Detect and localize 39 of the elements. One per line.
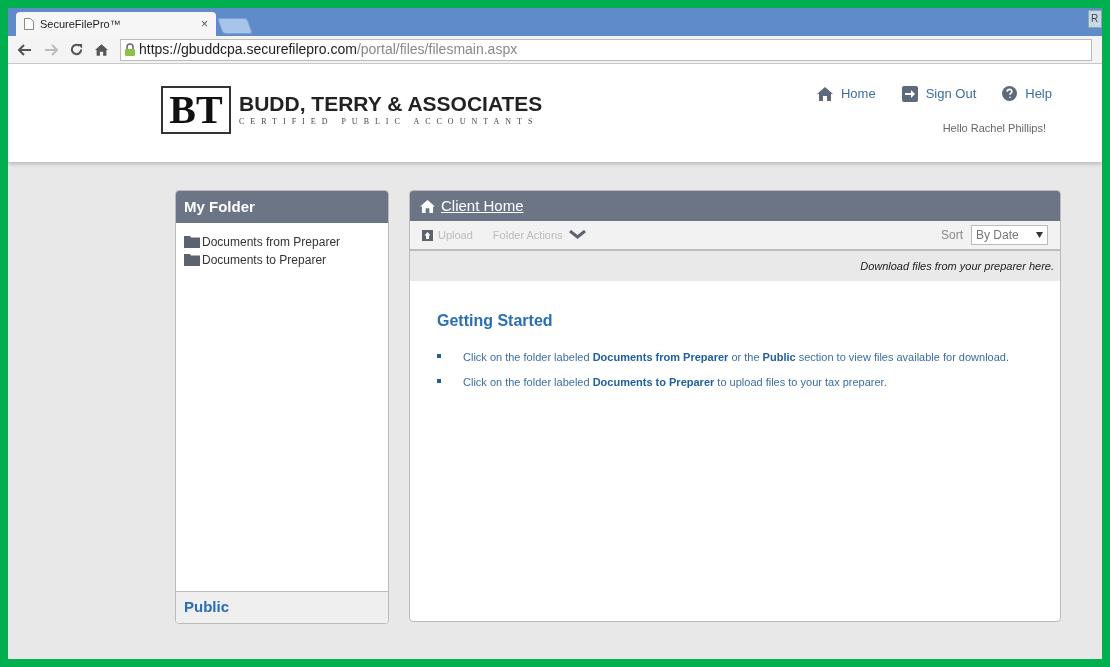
sort-label: Sort [941, 227, 963, 244]
nav-link[interactable]: Help [1002, 84, 1052, 104]
home-icon [420, 199, 435, 213]
instruction-text: Click on the folder labeled Documents to Preparer to upload files to your tax preparer. [463, 374, 887, 390]
tab-title: SecureFilePro™ [40, 16, 122, 32]
section-heading: Getting Started [437, 311, 554, 331]
folder-icon [184, 236, 200, 248]
info-text: Download files from your preparer here. [860, 258, 1054, 274]
back-icon[interactable] [18, 43, 32, 56]
chevron-icon [568, 230, 586, 240]
browser-tab[interactable]: SecureFilePro™ × [16, 12, 216, 36]
close-icon[interactable]: × [201, 15, 208, 33]
reload-icon[interactable] [70, 43, 83, 56]
folder-icon [184, 254, 200, 266]
firm-name: BUDD, TERRY & ASSOCIATES [239, 92, 543, 114]
page-icon [24, 18, 34, 30]
nav-link[interactable]: Sign Out [901, 84, 977, 104]
logo-mark: BT [161, 86, 231, 134]
upload-icon [422, 229, 433, 241]
help-icon [1002, 86, 1018, 102]
home-icon [816, 86, 833, 101]
sort-dropdown[interactable]: By Date [971, 225, 1048, 245]
nav-link[interactable]: Home [816, 84, 876, 104]
instruction-text: Click on the folder labeled Documents from Preparer or the Public section to view files available for download. [463, 350, 1010, 365]
public-section[interactable]: Public [176, 591, 388, 623]
address-bar[interactable]: https://gbuddcpa.securefilepro.com/portal/files/filesmain.aspx [120, 38, 1092, 61]
home-icon[interactable] [95, 43, 108, 56]
panel-title-link[interactable]: Client Home [441, 194, 524, 218]
profile-button[interactable]: R [1088, 10, 1102, 28]
url-text: https://gbuddcpa.securefilepro.com/portal/files/filesmain.aspx [139, 40, 518, 59]
bullet-icon [437, 354, 441, 358]
dropdown-icon [1036, 232, 1043, 238]
folder-item[interactable]: Documents from Preparer [184, 233, 380, 251]
folder-item[interactable]: Documents to Preparer [184, 251, 380, 269]
greeting-text: Hello Rachel Phillips! [942, 120, 1046, 136]
firm-tagline: CERTIFIED PUBLIC ACCOUNTANTS [239, 115, 540, 128]
bullet-icon [437, 378, 441, 383]
lock-icon [125, 43, 135, 56]
panel-title: My Folder [184, 196, 255, 217]
